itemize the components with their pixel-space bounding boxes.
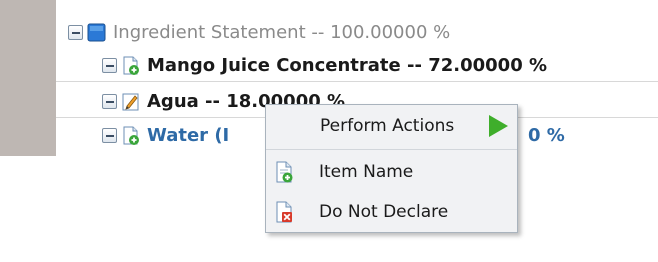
remove-document-icon (274, 201, 294, 223)
submenu-arrow-icon (489, 115, 508, 137)
tree-row-label: Ingredient Statement -- 100.00000 % (113, 22, 451, 43)
collapse-icon[interactable] (102, 58, 117, 73)
row-gutter (0, 0, 56, 156)
menu-item-label: Item Name (319, 162, 414, 182)
add-document-icon (274, 161, 294, 183)
tree-row-label: Water (I (147, 125, 230, 146)
tree-row-ingredient-statement[interactable]: Ingredient Statement -- 100.00000 % (56, 17, 658, 48)
tree-row-label: Mango Juice Concentrate -- 72.00000 % (147, 55, 548, 76)
context-menu: Perform Actions Item Name Do Not Declare (265, 104, 518, 233)
tree-row-mango-juice[interactable]: Mango Juice Concentrate -- 72.00000 % (56, 50, 658, 82)
collapse-icon[interactable] (68, 25, 83, 40)
edit-document-icon (121, 92, 140, 111)
menu-item-perform-actions[interactable]: Perform Actions (266, 107, 517, 145)
collapse-icon[interactable] (102, 94, 117, 109)
add-document-icon (121, 126, 140, 145)
collapse-icon[interactable] (102, 128, 117, 143)
tree-row-label-tail: 0 % (528, 125, 565, 146)
blue-square-icon (87, 23, 106, 42)
menu-divider (266, 149, 517, 150)
add-document-icon (121, 56, 140, 75)
menu-item-do-not-declare[interactable]: Do Not Declare (266, 193, 517, 231)
menu-item-label: Perform Actions (320, 116, 455, 136)
menu-item-item-name[interactable]: Item Name (266, 153, 517, 191)
menu-item-label: Do Not Declare (319, 202, 449, 222)
